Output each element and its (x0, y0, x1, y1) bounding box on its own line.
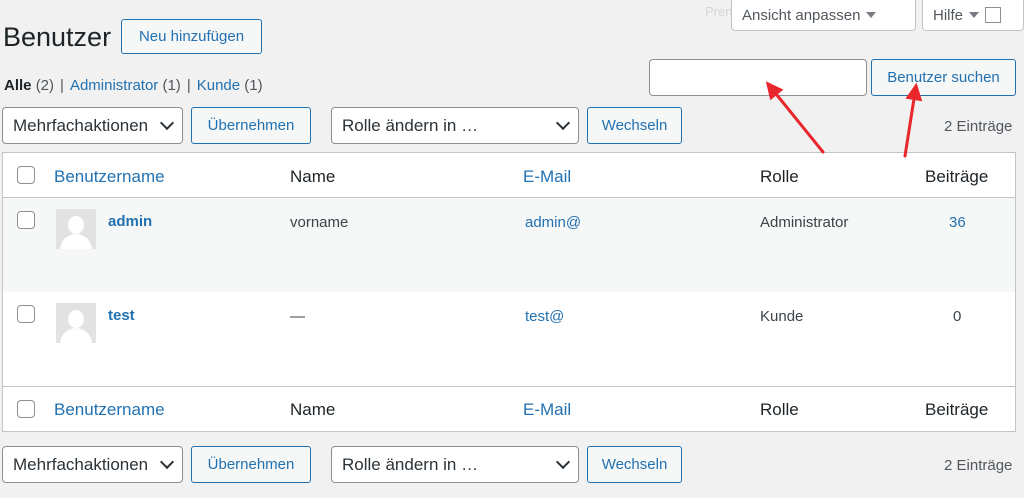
annotation-arrows (765, 81, 923, 158)
arrow-to-search-button-head (905, 82, 923, 102)
